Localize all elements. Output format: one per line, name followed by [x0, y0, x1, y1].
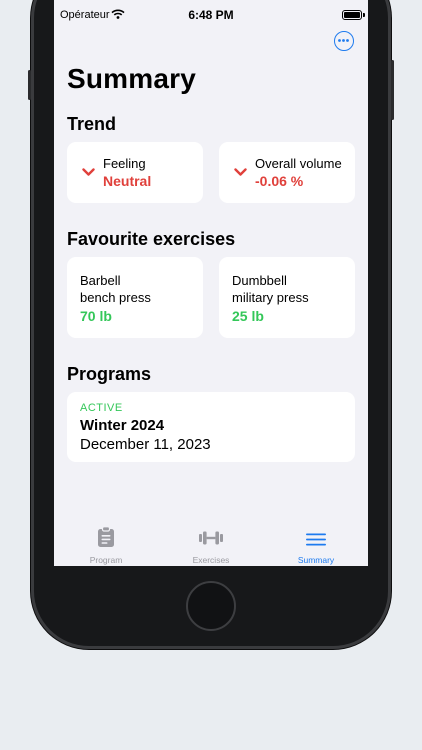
home-button[interactable]	[186, 581, 236, 631]
program-name: Winter 2024	[80, 417, 165, 434]
overall-volume-card[interactable]: Overall volume -0.06 %	[219, 142, 355, 203]
app-screen: Opérateur 6:48 PM Summary Trend Feeling …	[54, 0, 368, 566]
program-status-badge: ACTIVE	[80, 402, 123, 414]
favourite-exercise-card[interactable]: Barbell bench press 70 lb	[67, 257, 203, 338]
tab-bar: Program Exercises Summary	[54, 518, 368, 566]
status-bar: Opérateur 6:48 PM	[54, 8, 368, 24]
program-card[interactable]: ACTIVE Winter 2024 December 11, 2023	[67, 392, 355, 462]
exercise-weight: 25 lb	[232, 308, 264, 324]
side-button	[391, 60, 394, 120]
exercise-name-line1: Barbell	[80, 273, 121, 288]
trend-heading: Trend	[67, 114, 117, 134]
tab-label: Summary	[297, 555, 335, 565]
favourite-exercise-card[interactable]: Dumbbell military press 25 lb	[219, 257, 355, 338]
list-lines-icon	[306, 533, 326, 546]
side-button	[28, 70, 31, 100]
dumbbell-icon	[199, 531, 223, 545]
exercise-name-line1: Dumbbell	[232, 273, 287, 288]
programs-heading: Programs	[67, 364, 152, 384]
tab-label: Exercises	[192, 555, 230, 565]
tab-program[interactable]: Program	[54, 518, 158, 566]
battery-tip	[363, 13, 365, 17]
tab-label: Program	[89, 555, 123, 565]
chevron-down-icon	[234, 168, 247, 176]
exercise-name-line2: bench press	[80, 290, 151, 305]
page-title: Summary	[67, 63, 197, 94]
exercise-weight: 70 lb	[80, 308, 112, 324]
overall-volume-value: -0.06 %	[255, 173, 304, 189]
chevron-down-icon	[82, 168, 95, 176]
overall-volume-label: Overall volume	[255, 156, 342, 171]
feeling-value: Neutral	[103, 173, 152, 189]
feeling-card[interactable]: Feeling Neutral	[67, 142, 203, 203]
program-date: December 11, 2023	[80, 436, 211, 453]
exercise-name-line2: military press	[232, 290, 309, 305]
feeling-label: Feeling	[103, 156, 146, 171]
ellipsis-icon	[338, 39, 349, 42]
status-time: 6:48 PM	[188, 8, 234, 22]
battery-icon	[342, 10, 362, 20]
tab-exercises[interactable]: Exercises	[159, 518, 263, 566]
more-options-button[interactable]	[334, 31, 354, 51]
clipboard-icon	[98, 526, 114, 547]
favourite-exercises-heading: Favourite exercises	[67, 229, 236, 249]
tab-summary[interactable]: Summary	[264, 518, 368, 566]
